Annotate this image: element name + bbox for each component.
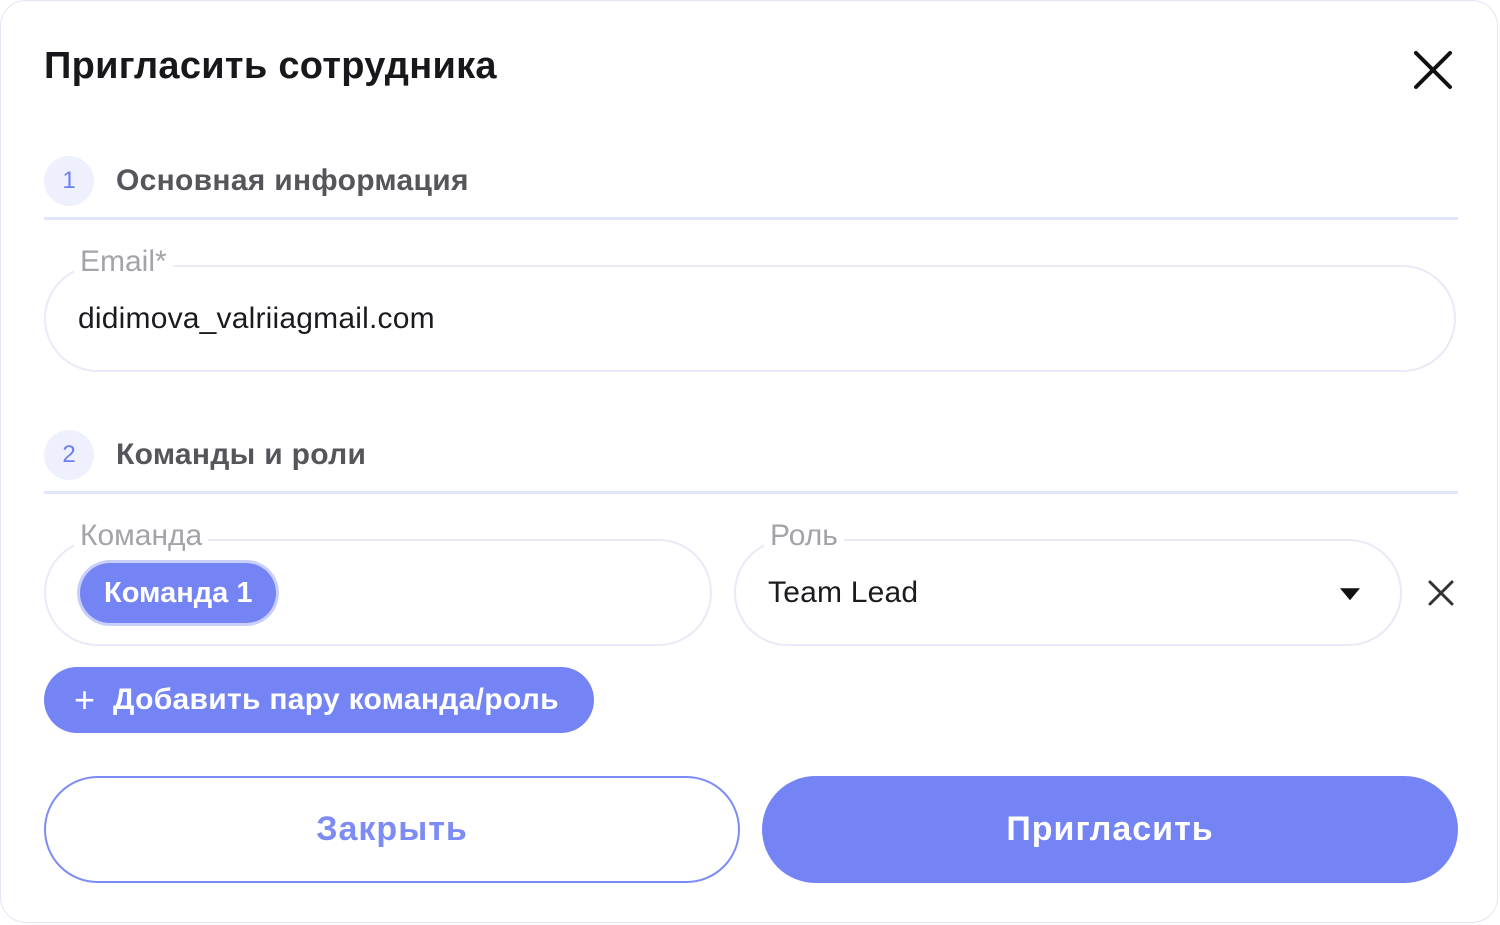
close-button[interactable]: Закрыть [44,776,740,883]
close-dialog-button[interactable] [1408,45,1458,95]
remove-pair-button[interactable] [1419,571,1463,615]
section-divider [44,491,1458,494]
section-header-basic-info: 1 Основная информация [44,156,469,206]
section-divider [44,217,1458,220]
email-input-value[interactable]: didimova_valriiagmail.com [78,302,435,336]
section-header-teams-roles: 2 Команды и роли [44,430,366,480]
invite-button[interactable]: Пригласить [762,776,1458,883]
caret-down-icon[interactable] [1340,587,1360,600]
team-select-field[interactable]: Команда Команда 1 [44,519,712,646]
plus-icon: + [74,679,96,720]
step-number-badge: 1 [44,156,94,206]
email-field-label: Email* [74,245,173,279]
team-chip[interactable]: Команда 1 [80,563,277,623]
dialog-title: Пригласить сотрудника [44,45,497,87]
role-select-value: Team Lead [768,575,919,609]
section-title: Основная информация [116,164,469,197]
email-field[interactable]: Email* didimova_valriiagmail.com [44,245,1456,372]
section-title: Команды и роли [116,438,367,471]
team-field-label: Команда [74,519,209,553]
add-team-role-pair-button[interactable]: + Добавить пару команда/роль [44,667,594,733]
role-select-field[interactable]: Роль Team Lead [734,519,1402,646]
add-pair-label: Добавить пару команда/роль [113,683,559,716]
close-icon [1414,51,1452,89]
close-icon [1428,580,1454,606]
role-field-label: Роль [764,519,844,553]
invite-employee-dialog: Пригласить сотрудника 1 Основная информа… [0,0,1498,923]
step-number-badge: 2 [44,430,94,480]
